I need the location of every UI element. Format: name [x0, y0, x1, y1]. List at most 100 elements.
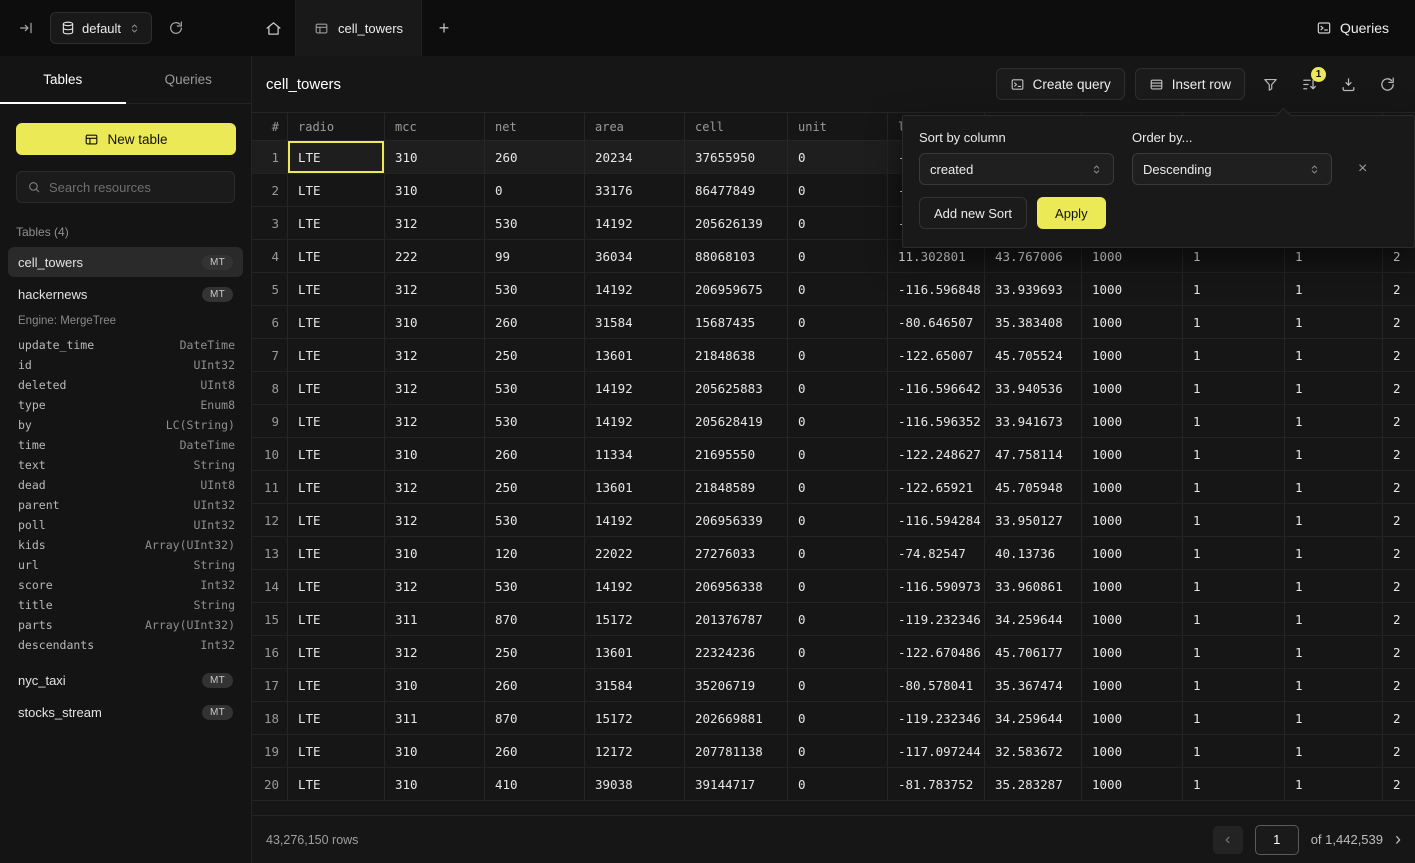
table-cell[interactable]: 13601: [585, 339, 685, 371]
table-cell[interactable]: 1: [1285, 669, 1383, 701]
table-cell[interactable]: 1: [1183, 702, 1285, 734]
table-cell[interactable]: 33.940536: [985, 372, 1082, 404]
table-cell[interactable]: LTE: [288, 273, 385, 305]
table-cell[interactable]: 530: [485, 372, 585, 404]
table-cell[interactable]: 1: [1183, 570, 1285, 602]
table-cell[interactable]: LTE: [288, 339, 385, 371]
table-cell[interactable]: 0: [788, 273, 888, 305]
sidebar-item-stocks-stream[interactable]: stocks_stream MT: [8, 697, 243, 727]
table-cell[interactable]: 1000: [1082, 636, 1183, 668]
table-cell[interactable]: 1: [1183, 603, 1285, 635]
table-cell[interactable]: 86477849: [685, 174, 788, 206]
table-cell[interactable]: 222: [385, 240, 485, 272]
table-cell[interactable]: 2: [1383, 735, 1415, 767]
table-cell[interactable]: 47.758114: [985, 438, 1082, 470]
page-number-input[interactable]: [1255, 825, 1299, 855]
table-cell[interactable]: 310: [385, 174, 485, 206]
prev-page-button[interactable]: ‹: [1213, 826, 1243, 854]
table-cell[interactable]: 1000: [1082, 537, 1183, 569]
table-cell[interactable]: 2: [1383, 339, 1415, 371]
table-cell[interactable]: 32.583672: [985, 735, 1082, 767]
table-cell[interactable]: 21848638: [685, 339, 788, 371]
table-cell[interactable]: 1: [1183, 372, 1285, 404]
table-cell[interactable]: 0: [788, 339, 888, 371]
table-cell[interactable]: 15172: [585, 702, 685, 734]
table-cell[interactable]: 205626139: [685, 207, 788, 239]
table-cell[interactable]: 34.259644: [985, 702, 1082, 734]
table-cell[interactable]: 1000: [1082, 735, 1183, 767]
table-cell[interactable]: 312: [385, 405, 485, 437]
table-cell[interactable]: 37655950: [685, 141, 788, 173]
grid-header-cell[interactable]: net: [485, 113, 585, 140]
table-cell[interactable]: 2: [1383, 702, 1415, 734]
table-cell[interactable]: 0: [788, 537, 888, 569]
insert-row-button[interactable]: Insert row: [1135, 68, 1245, 100]
table-cell[interactable]: 1000: [1082, 471, 1183, 503]
collapse-sidebar-button[interactable]: [14, 16, 38, 40]
table-cell[interactable]: 1000: [1082, 273, 1183, 305]
table-cell[interactable]: 1: [1285, 768, 1383, 800]
table-cell[interactable]: 312: [385, 207, 485, 239]
sidebar-tab-queries[interactable]: Queries: [126, 56, 252, 103]
table-cell[interactable]: 1: [1183, 735, 1285, 767]
table-cell[interactable]: -74.82547: [888, 537, 985, 569]
table-cell[interactable]: 1: [1183, 339, 1285, 371]
next-page-button[interactable]: ›: [1395, 829, 1401, 850]
table-cell[interactable]: -122.65921: [888, 471, 985, 503]
table-cell[interactable]: LTE: [288, 207, 385, 239]
table-cell[interactable]: 1: [1183, 405, 1285, 437]
table-cell[interactable]: 205625883: [685, 372, 788, 404]
table-cell[interactable]: 2: [1383, 471, 1415, 503]
sidebar-item-hackernews[interactable]: hackernews MT: [8, 279, 243, 309]
table-cell[interactable]: 310: [385, 735, 485, 767]
table-cell[interactable]: LTE: [288, 702, 385, 734]
table-cell[interactable]: 88068103: [685, 240, 788, 272]
table-cell[interactable]: 312: [385, 273, 485, 305]
table-cell[interactable]: 310: [385, 306, 485, 338]
table-cell[interactable]: LTE: [288, 405, 385, 437]
table-cell[interactable]: 39144717: [685, 768, 788, 800]
table-cell[interactable]: -122.670486: [888, 636, 985, 668]
table-cell[interactable]: 2: [1383, 438, 1415, 470]
table-cell[interactable]: 35206719: [685, 669, 788, 701]
table-cell[interactable]: 312: [385, 636, 485, 668]
table-cell[interactable]: LTE: [288, 471, 385, 503]
table-cell[interactable]: 1: [1285, 504, 1383, 536]
table-cell[interactable]: 22324236: [685, 636, 788, 668]
table-cell[interactable]: 310: [385, 537, 485, 569]
table-cell[interactable]: 27276033: [685, 537, 788, 569]
table-cell[interactable]: LTE: [288, 768, 385, 800]
table-cell[interactable]: -116.590973: [888, 570, 985, 602]
table-cell[interactable]: 1: [1285, 306, 1383, 338]
table-cell[interactable]: 35.283287: [985, 768, 1082, 800]
table-cell[interactable]: 1: [1183, 636, 1285, 668]
table-cell[interactable]: LTE: [288, 240, 385, 272]
tab-home[interactable]: [252, 0, 296, 56]
table-cell[interactable]: 0: [788, 141, 888, 173]
table-cell[interactable]: 15687435: [685, 306, 788, 338]
table-cell[interactable]: LTE: [288, 537, 385, 569]
table-cell[interactable]: 1: [1285, 636, 1383, 668]
table-cell[interactable]: 0: [788, 504, 888, 536]
table-cell[interactable]: 312: [385, 504, 485, 536]
table-cell[interactable]: 14192: [585, 570, 685, 602]
table-cell[interactable]: 14192: [585, 207, 685, 239]
table-cell[interactable]: 99: [485, 240, 585, 272]
table-cell[interactable]: 311: [385, 603, 485, 635]
table-cell[interactable]: 1: [1285, 537, 1383, 569]
table-cell[interactable]: 530: [485, 570, 585, 602]
table-cell[interactable]: 1: [1183, 504, 1285, 536]
table-cell[interactable]: 0: [788, 240, 888, 272]
table-cell[interactable]: 1000: [1082, 570, 1183, 602]
table-cell[interactable]: 1000: [1082, 438, 1183, 470]
table-cell[interactable]: 1: [1285, 405, 1383, 437]
table-cell[interactable]: 0: [788, 768, 888, 800]
table-cell[interactable]: LTE: [288, 603, 385, 635]
table-cell[interactable]: 33176: [585, 174, 685, 206]
table-cell[interactable]: 21848589: [685, 471, 788, 503]
table-cell[interactable]: 13601: [585, 471, 685, 503]
table-cell[interactable]: 530: [485, 273, 585, 305]
sort-column-select[interactable]: created: [919, 153, 1114, 185]
table-cell[interactable]: 1000: [1082, 669, 1183, 701]
table-cell[interactable]: LTE: [288, 438, 385, 470]
